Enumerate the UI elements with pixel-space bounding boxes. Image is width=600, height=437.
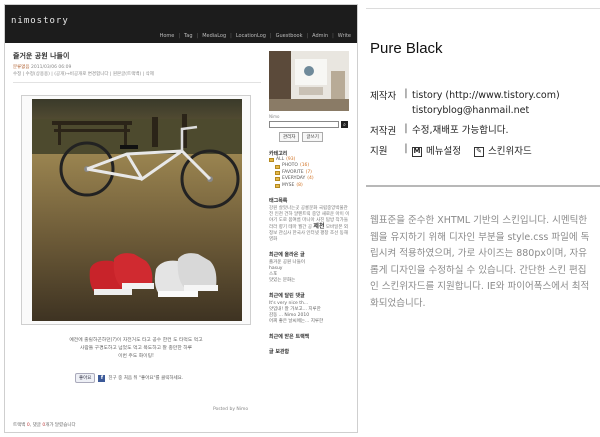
caption-line-3: 이번 주도 화이팅! [118, 354, 154, 359]
facebook-icon: f [98, 374, 106, 382]
post-caption: 예전에 출릴하곤하던(?)이 자전거도 타고 공수 한컨 도 타먹도 먹고 사람… [33, 337, 239, 361]
recent-trackbacks-title: 최근에 받은 트랙백 [269, 334, 310, 341]
blog-logo[interactable]: nimostory [11, 16, 69, 26]
skin-wizard-item[interactable]: ✎ 스킨위자드 [474, 144, 532, 159]
list-item[interactable]: 어찌 좋은 날씨에는... 지루한 [269, 319, 353, 325]
recent-posts-title: 최근에 올라온 글 [269, 252, 305, 259]
nav-home[interactable]: Home [160, 33, 175, 39]
author-label: 제작자 [370, 91, 397, 102]
preview-post: 즐거운 공원 나들이 분류없음 2011/03/06 06:09 수정 | 수정… [13, 51, 261, 431]
nav-write[interactable]: Write [338, 33, 351, 39]
tag-big[interactable]: 제천 [313, 223, 324, 230]
nav-tag[interactable]: Tag [184, 33, 192, 39]
nav-medialog[interactable]: MediaLog [202, 33, 226, 39]
pencil-icon: ✎ [474, 146, 484, 157]
menu-settings-item[interactable]: M 메뉴설정 [412, 144, 461, 159]
sidebar-search-input[interactable] [269, 121, 339, 128]
support-label: 지원 [370, 146, 388, 157]
category-list: ALL (93) PHOTO (16) FAVORITE (7) EVERYDAY (4… [269, 157, 353, 189]
sidebar-profile-image [269, 51, 349, 111]
write-button[interactable]: 글쓰기 [302, 132, 323, 142]
post-divider [13, 82, 261, 83]
sidebar-profile-name: Nimo [269, 114, 280, 119]
copyright-row: 저작권 | 수정,재배포 가능합니다. [370, 123, 508, 138]
skin-preview: nimostory Home | Tag | MediaLog | LocationL… [4, 4, 358, 433]
trackback-count: 0 [26, 423, 30, 428]
copyright-label: 저작권 [370, 126, 397, 137]
recent-posts-list: 즐거운 공원 나들이 hasuy 스포 맛있는 문화는 [269, 260, 353, 284]
nav-locationlog[interactable]: LocationLog [236, 33, 266, 39]
archive-title: 글 보관함 [269, 349, 290, 356]
like-bar: 좋아요 f 친구 중 처음 뒤 "좋아요"를 클릭하세요. [75, 373, 183, 383]
like-button[interactable]: 좋아요 [75, 373, 96, 383]
post-photo [32, 99, 242, 321]
post-photo-frame [21, 95, 251, 325]
separator: | [404, 143, 408, 154]
sidebar-search: ⌕ [269, 121, 353, 128]
sidebar-buttons: 관리자 글쓰기 [279, 132, 353, 142]
preview-sidebar: Nimo ⌕ 관리자 글쓰기 카테고리 ALL (93) PHOTO (16) FA… [269, 51, 353, 431]
nav-admin[interactable]: Admin [312, 33, 328, 39]
support-row: 지원 | M 메뉴설정 ✎ 스킨위자드 [370, 143, 542, 159]
folder-icon [275, 171, 280, 176]
menu-icon: M [412, 146, 422, 157]
recent-comments-list: It's very nice th... 앗입내! 잘 가보고... 지루한 감… [269, 301, 353, 325]
caption-line-1: 예전에 출릴하곤하던(?)이 자전거도 타고 공수 한컨 도 타먹도 먹고 [69, 338, 203, 343]
category-title: 카테고리 [269, 151, 288, 157]
theme-title: Pure Black [370, 40, 443, 57]
preview-nav: Home | Tag | MediaLog | LocationLog | Guestb… [159, 33, 351, 39]
top-divider [366, 8, 600, 9]
author-site[interactable]: tistory (http://www.tistory.com) [412, 88, 560, 103]
room-photo-image [269, 51, 349, 111]
preview-header: nimostory Home | Tag | MediaLog | LocationL… [5, 5, 357, 43]
folder-icon [269, 158, 274, 163]
skin-wizard-label: 스킨위자드 [488, 146, 532, 157]
support-value: M 메뉴설정 ✎ 스킨위자드 [412, 143, 542, 159]
tag-cloud: 강원 살맛나는곳 공룡문화 국립중앙박물관 전 인천 건하 알펜트릭 중앙 새로… [269, 206, 353, 243]
author-row: 제작자 | tistory (http://www.tistory.com) t… [370, 88, 560, 118]
post-actions[interactable]: 수정 | 수정(상용용) | (공개)→비공개로 변경합니다 | 원본글(트랙백… [13, 72, 154, 77]
post-meta: 분류없음 2011/03/06 06:09 수정 | 수정(상용용) | (공개… [13, 64, 261, 78]
posted-by: Posted by Nimo [213, 407, 249, 412]
middle-divider [366, 185, 600, 187]
separator: | [404, 88, 408, 99]
list-item[interactable]: 맛있는 문화는 [269, 278, 353, 284]
comment-suffix: 개가 달렸습니다 [45, 423, 76, 428]
separator: | [404, 123, 408, 134]
skin-description: 웹표준을 준수한 XHTML 기반의 스킨입니다. 시멘틱한 웹을 유지하기 위… [370, 215, 590, 309]
admin-button[interactable]: 관리자 [279, 132, 300, 142]
like-text: 친구 중 처음 뒤 "좋아요"를 클릭하세요. [108, 376, 184, 381]
recent-comments-title: 최근에 달린 댓글 [269, 293, 305, 300]
tag-title: 태그목록 [269, 198, 288, 205]
post-title[interactable]: 즐거운 공원 나들이 [13, 51, 261, 61]
folder-icon [275, 164, 280, 169]
comment-label[interactable]: 댓글 [33, 423, 41, 428]
post-category[interactable]: 분류없음 [13, 65, 30, 70]
post-date: 2011/03/06 06:09 [31, 65, 72, 70]
author-email[interactable]: tistoryblog@hanmail.net [412, 103, 560, 118]
caption-line-2: 사람들 구경도하고 넘었도 먹고 목도하고 잘 충만한 하루 [79, 346, 193, 351]
trackback-line: 트랙백 0, 댓글 0개가 달렸습니다 [13, 423, 76, 428]
category-item[interactable]: MYSE (8) [269, 183, 353, 189]
park-photo-image [32, 99, 242, 321]
author-value: tistory (http://www.tistory.com) tistory… [412, 88, 560, 118]
folder-icon [275, 183, 280, 188]
search-icon[interactable]: ⌕ [341, 121, 348, 128]
menu-settings-label: 메뉴설정 [426, 146, 461, 157]
copyright-value: 수정,재배포 가능합니다. [412, 125, 509, 136]
nav-guestbook[interactable]: Guestbook [276, 33, 303, 39]
folder-icon [275, 177, 280, 182]
trackback-label[interactable]: 트랙백 [13, 423, 25, 428]
